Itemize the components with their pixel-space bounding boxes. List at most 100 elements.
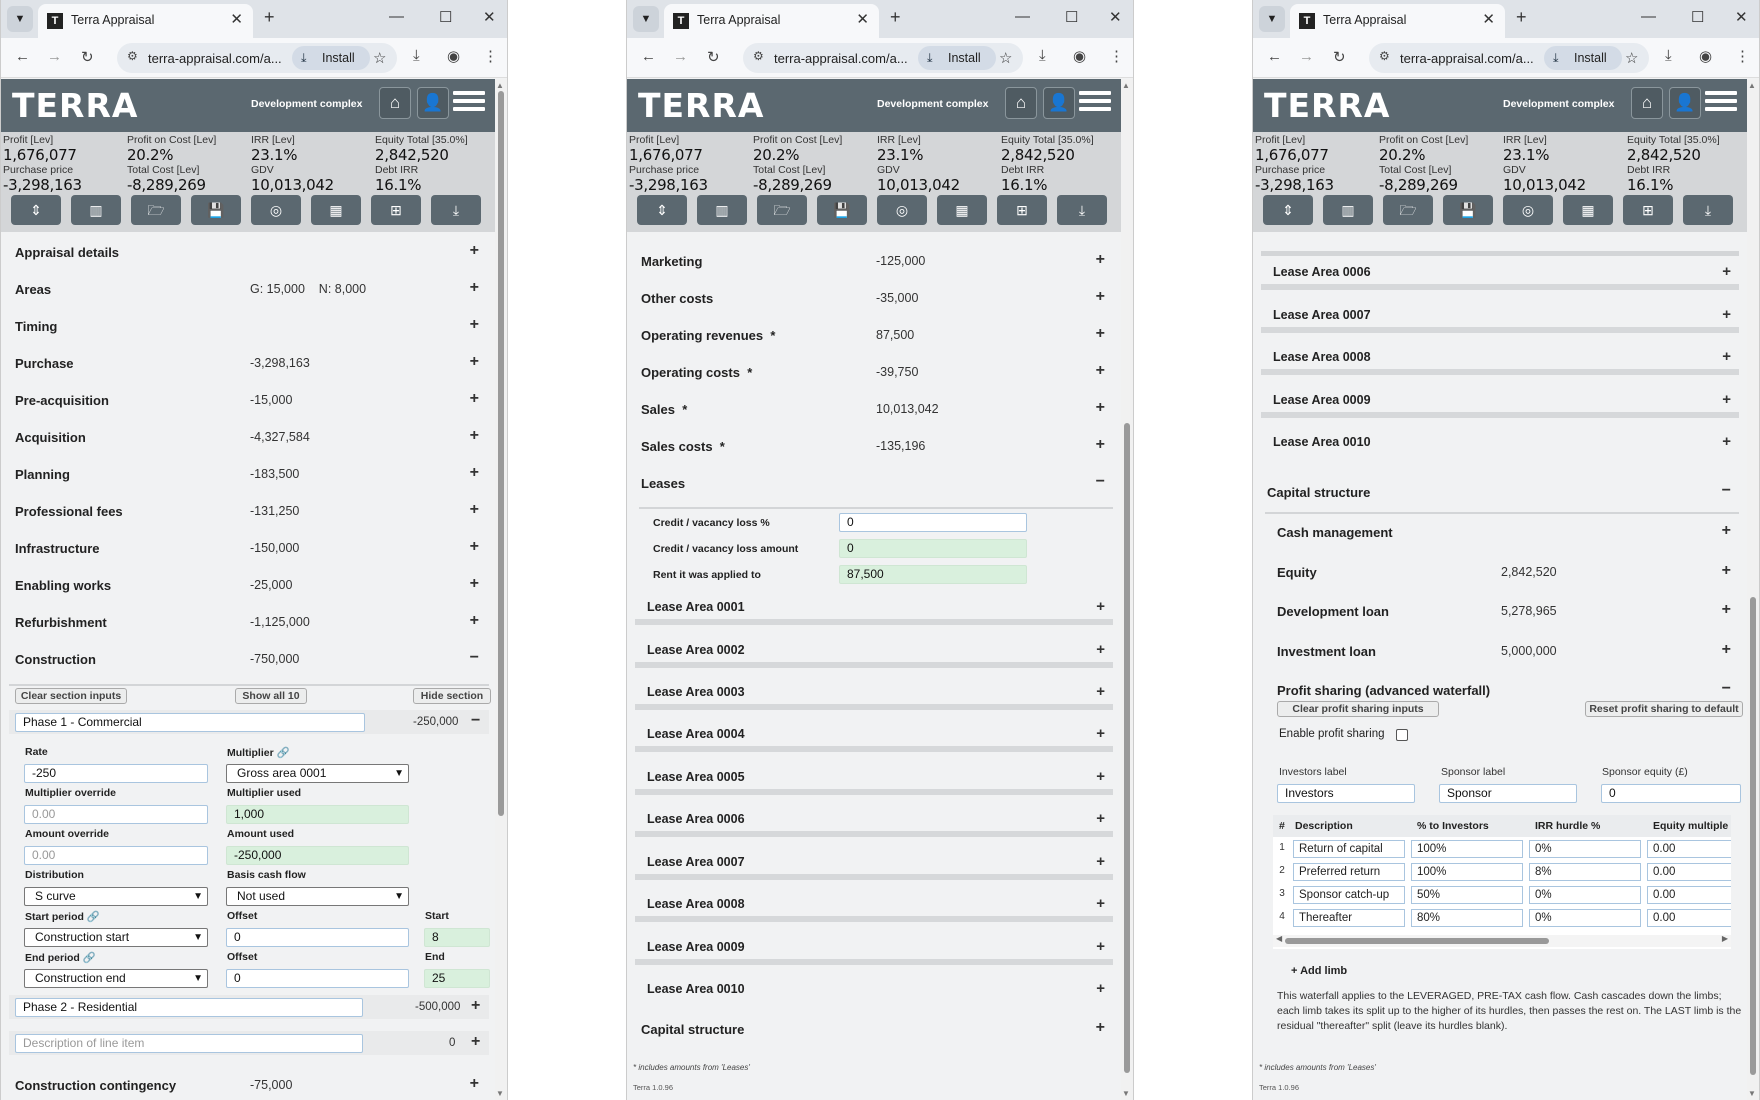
browser-tab[interactable]: T Terra Appraisal ✕ [38, 4, 253, 38]
start-offset-input[interactable]: 0 [226, 928, 409, 947]
grid-icon[interactable]: ▦ [311, 195, 361, 225]
new-tab-button[interactable]: + [1516, 7, 1527, 28]
menu-kebab-icon[interactable]: ⋮ [483, 47, 498, 65]
scrollbar-thumb[interactable] [498, 91, 504, 816]
close-window-button[interactable]: ✕ [483, 8, 496, 26]
save-icon[interactable]: 💾 [191, 195, 241, 225]
section-professional-fees[interactable]: Professional fees -131,250 + [5, 495, 489, 528]
expand-icon[interactable]: + [470, 390, 479, 408]
user-icon[interactable]: 👤 [417, 87, 449, 119]
collapse-icon[interactable]: − [470, 649, 479, 667]
vacancy-pct-input[interactable]: 0 [839, 513, 1027, 532]
sub-development-loan[interactable]: Development loan 5,278,965 + [1267, 595, 1741, 628]
expand-icon[interactable]: + [1096, 938, 1105, 955]
section-refurbishment[interactable]: Refurbishment -1,125,000 + [5, 606, 489, 639]
profile-icon[interactable]: ◉ [1699, 47, 1712, 65]
chart-icon[interactable]: ▥ [1323, 195, 1373, 225]
phase-1-name-input[interactable]: Phase 1 - Commercial [15, 713, 365, 732]
section-enabling-works[interactable]: Enabling works -25,000 + [5, 569, 489, 602]
section-construction[interactable]: Construction -750,000 − [5, 643, 489, 676]
lease-area-row[interactable]: Lease Area 0003 + [635, 676, 1113, 710]
limb-equity-multiple-input[interactable]: 0.00 [1647, 863, 1731, 881]
home-icon[interactable]: ⌂ [1631, 87, 1663, 119]
open-folder-icon[interactable]: 🗁 [131, 195, 181, 225]
lease-area-row[interactable]: Lease Area 0008 + [635, 888, 1113, 922]
limb-description-input[interactable]: Thereafter [1293, 909, 1405, 927]
phase-2-expand-icon[interactable]: + [471, 997, 480, 1015]
browser-tab[interactable]: T Terra Appraisal ✕ [664, 4, 879, 38]
lease-area-row[interactable]: Lease Area 0007 + [1261, 299, 1739, 333]
section-marketing[interactable]: Marketing -125,000 + [631, 245, 1115, 278]
expand-icon[interactable]: + [470, 538, 479, 556]
lease-area-row[interactable]: Lease Area 0009 + [1261, 384, 1739, 418]
limb-pct-input[interactable]: 50% [1411, 886, 1523, 904]
basis-cash-flow-select[interactable]: Not used ▼ [226, 887, 409, 906]
hide-section-button[interactable]: Hide section [413, 688, 491, 704]
expand-icon[interactable]: + [1096, 895, 1105, 912]
layout-icon[interactable]: ⊞ [371, 195, 421, 225]
phase-2-name-input[interactable]: Phase 2 - Residential [15, 998, 363, 1017]
section-capital-structure[interactable]: Capital structure + [631, 1013, 1115, 1046]
lease-area-row[interactable]: Lease Area 0009 + [635, 931, 1113, 965]
lease-area-row[interactable]: Lease Area 0001 + [635, 591, 1113, 625]
expand-icon[interactable]: + [1096, 1019, 1105, 1037]
expand-icon[interactable]: + [1096, 641, 1105, 658]
lease-area-row[interactable]: Lease Area 0005 + [635, 761, 1113, 795]
expand-icon[interactable]: + [1722, 391, 1731, 408]
section-construction-contingency[interactable]: Construction contingency -75,000 + [5, 1069, 489, 1100]
limb-equity-multiple-input[interactable]: 0.00 [1647, 886, 1731, 904]
install-button[interactable]: ⤓ Install [1544, 46, 1622, 70]
user-icon[interactable]: 👤 [1669, 87, 1701, 119]
expand-icon[interactable]: + [1722, 601, 1731, 619]
expand-icon[interactable]: + [1096, 288, 1105, 306]
profile-icon[interactable]: ◉ [447, 47, 460, 65]
multiplier-override-input[interactable]: 0.00 [24, 805, 208, 824]
expand-icon[interactable]: + [1096, 725, 1105, 742]
expand-icon[interactable]: + [470, 464, 479, 482]
target-icon[interactable]: ◎ [877, 195, 927, 225]
profile-icon[interactable]: ◉ [1073, 47, 1086, 65]
forward-icon[interactable]: → [1299, 48, 1314, 65]
section-operating-costs[interactable]: Operating costs * -39,750 + [631, 356, 1115, 389]
hamburger-menu-icon[interactable] [453, 87, 485, 119]
expand-icon[interactable]: + [1096, 598, 1105, 615]
add-limb-button[interactable]: + Add limb [1291, 965, 1347, 977]
hamburger-menu-icon[interactable] [1705, 87, 1737, 119]
show-all-button[interactable]: Show all 10 [235, 688, 307, 704]
expand-icon[interactable]: + [1096, 768, 1105, 785]
expand-icon[interactable]: + [470, 427, 479, 445]
section-purchase[interactable]: Purchase -3,298,163 + [5, 347, 489, 380]
close-tab-icon[interactable]: ✕ [1482, 10, 1495, 28]
limb-description-input[interactable]: Sponsor catch-up [1293, 886, 1405, 904]
new-tab-button[interactable]: + [264, 7, 275, 28]
section-infrastructure[interactable]: Infrastructure -150,000 + [5, 532, 489, 565]
expand-icon[interactable]: + [1096, 251, 1105, 269]
multiplier-select[interactable]: Gross area 0001 ▼ [226, 764, 409, 783]
table-scrollbar-thumb[interactable] [1285, 938, 1549, 944]
site-info-icon[interactable]: ⚙ [1379, 49, 1390, 63]
start-period-select[interactable]: Construction start ▼ [24, 928, 208, 947]
save-icon[interactable]: 💾 [817, 195, 867, 225]
section-pre-acquisition[interactable]: Pre-acquisition -15,000 + [5, 384, 489, 417]
phase-1-collapse-icon[interactable]: − [471, 712, 480, 730]
chart-icon[interactable]: ▥ [71, 195, 121, 225]
reset-profit-sharing-button[interactable]: Reset profit sharing to default [1585, 701, 1743, 717]
scrollbar-thumb[interactable] [1750, 597, 1756, 1075]
limb-irr-input[interactable]: 8% [1529, 863, 1641, 881]
expand-icon[interactable]: + [470, 612, 479, 630]
back-icon[interactable]: ← [15, 48, 30, 65]
limb-pct-input[interactable]: 100% [1411, 840, 1523, 858]
reload-icon[interactable]: ↻ [1333, 48, 1346, 66]
collapse-icon[interactable]: − [1722, 482, 1731, 500]
open-folder-icon[interactable]: 🗁 [757, 195, 807, 225]
expand-icon[interactable]: + [1096, 399, 1105, 417]
download-icon[interactable]: ⤓ [431, 195, 481, 225]
tab-search-button[interactable]: ▼ [1259, 6, 1285, 32]
sub-equity[interactable]: Equity 2,842,520 + [1267, 556, 1741, 589]
section-capital-structure[interactable]: Capital structure − [1257, 476, 1741, 509]
expand-icon[interactable]: + [470, 1075, 479, 1093]
bookmark-star-icon[interactable]: ☆ [1625, 49, 1638, 67]
expand-collapse-icon[interactable]: ⇕ [1263, 195, 1313, 225]
collapse-icon[interactable]: − [1096, 473, 1105, 491]
lease-area-row[interactable]: Lease Area 0006 + [635, 803, 1113, 837]
